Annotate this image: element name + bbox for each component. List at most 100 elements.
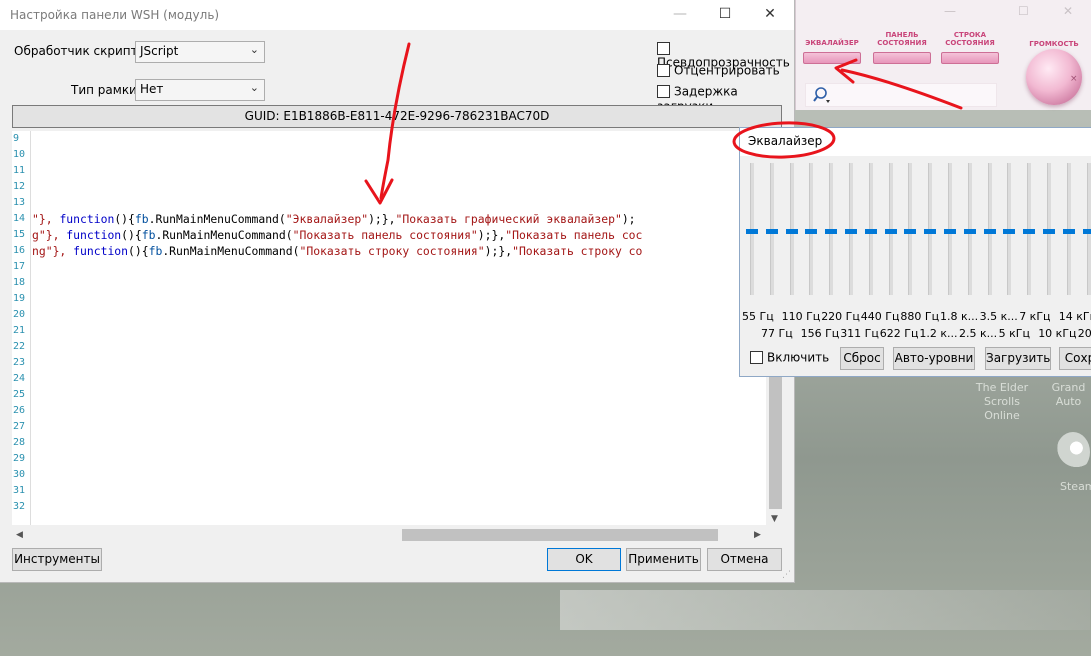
eq-slider-thumb[interactable] — [983, 229, 996, 234]
ok-button[interactable]: OK — [547, 548, 621, 571]
eq-slider-thumb[interactable] — [944, 229, 956, 234]
eq-frequency-label: 77 Гц — [761, 327, 793, 340]
eq-slider-thumb[interactable] — [785, 229, 798, 234]
frame-type-select[interactable]: Нет ⌄ — [135, 79, 265, 101]
checkbox-label: Отцентрировать — [674, 63, 780, 78]
knob-indicator: × — [1070, 74, 1078, 84]
save-button[interactable]: Сохр — [1059, 347, 1091, 370]
eq-slider-thumb[interactable] — [924, 229, 937, 234]
magnifier-icon[interactable] — [812, 86, 832, 104]
equalizer-titlebar[interactable]: Эквалайзер — [740, 128, 1091, 156]
eq-slider-thumb[interactable] — [765, 229, 778, 234]
eq-frequency-label: 7 кГц — [1019, 310, 1051, 323]
eq-slider-thumb[interactable] — [825, 229, 838, 234]
checkbox-box[interactable] — [750, 351, 763, 364]
checkbox-box[interactable] — [657, 64, 670, 77]
eq-slider-thumb[interactable] — [1062, 229, 1075, 234]
eq-frequency-label: 20 — [1077, 327, 1091, 340]
code-line-16[interactable]: ng"}, function(){fb.RunMainMenuCommand("… — [32, 243, 642, 259]
volume-label: ГРОМКОСТЬ — [1029, 40, 1079, 48]
auto-levels-button[interactable]: Авто-уровни — [893, 347, 975, 370]
eq-slider-thumb[interactable] — [805, 229, 818, 234]
load-button[interactable]: Загрузить — [985, 347, 1051, 370]
code-editor[interactable]: 9 10 11 12 13 14 15 16 17 18 19 20 21 22 23 24 25 26 27 28 2… — [12, 131, 766, 525]
line-number: 18 — [13, 277, 26, 288]
steam-icon[interactable] — [1056, 432, 1090, 472]
checkbox-box[interactable] — [657, 85, 670, 98]
eq-slider-thumb[interactable] — [1003, 229, 1016, 234]
code-line-14[interactable]: "}, function(){fb.RunMainMenuCommand("Эк… — [32, 211, 636, 227]
eq-slider-thumb[interactable] — [884, 229, 897, 234]
resize-grip-icon[interactable]: ⋰ — [782, 570, 792, 580]
eq-slider-thumb[interactable] — [864, 229, 877, 234]
maximize-icon[interactable]: ☐ — [1018, 4, 1029, 18]
eq-frequency-label: 110 Гц — [781, 310, 821, 323]
line-number: 17 — [13, 261, 26, 272]
line-number: 21 — [13, 325, 26, 336]
eq-frequency-label: 55 Гц — [742, 310, 774, 323]
tools-button[interactable]: Инструменты — [12, 548, 102, 571]
status-bar-button[interactable] — [941, 52, 999, 64]
eq-frequency-label: 5 кГц — [998, 327, 1030, 340]
line-number: 31 — [13, 485, 26, 496]
line-number: 22 — [13, 341, 26, 352]
dialog-title: Настройка панели WSH (модуль) — [10, 8, 220, 22]
guid-bar: GUID: E1B1886B-E811-472E-9296-786231BAC7… — [12, 105, 782, 128]
eq-frequency-label: 880 Гц — [900, 310, 940, 323]
desktop-icon-label[interactable]: The Elder Scrolls Online — [966, 381, 1038, 423]
scroll-left-icon[interactable]: ◀ — [16, 530, 23, 540]
eq-slider-thumb[interactable] — [963, 229, 976, 234]
cancel-button[interactable]: Отмена — [707, 548, 782, 571]
player-button-label: ЭКВАЛАЙЗЕР — [805, 39, 859, 47]
wsh-settings-dialog: Настройка панели WSH (модуль) — ☐ ✕ Обра… — [0, 0, 795, 583]
line-number: 11 — [13, 165, 26, 176]
reset-button[interactable]: Сброс — [840, 347, 884, 370]
eq-frequency-label: 14 кГц — [1058, 310, 1091, 323]
line-number: 32 — [13, 501, 26, 512]
scroll-down-icon[interactable]: ▼ — [771, 514, 778, 524]
center-checkbox[interactable]: Отцентрировать — [657, 63, 780, 79]
player-button-label: СТРОКА СОСТОЯНИЯ — [945, 31, 995, 47]
checkbox-box[interactable] — [657, 42, 670, 55]
eq-slider-thumb[interactable] — [1043, 229, 1055, 234]
close-icon[interactable]: ✕ — [760, 6, 780, 22]
eq-slider-thumb[interactable] — [1082, 229, 1091, 234]
eq-slider-thumb[interactable] — [904, 229, 917, 234]
apply-button[interactable]: Применить — [626, 548, 701, 571]
equalizer-button[interactable] — [803, 52, 861, 64]
dialog-titlebar[interactable]: Настройка панели WSH (модуль) — ☐ ✕ — [0, 0, 794, 30]
eq-slider-thumb[interactable] — [1023, 229, 1036, 234]
maximize-icon[interactable]: ☐ — [715, 6, 735, 22]
eq-slider-thumb[interactable] — [746, 229, 758, 234]
script-handler-select[interactable]: JScript ⌄ — [135, 41, 265, 63]
line-number: 27 — [13, 421, 26, 432]
minimize-icon[interactable]: — — [944, 4, 956, 18]
desktop-icon-label[interactable]: Steam — [1060, 480, 1091, 494]
eq-frequency-label: 1.8 к... — [940, 310, 979, 323]
chevron-down-icon: ⌄ — [249, 81, 259, 94]
load-delay-checkbox[interactable]: Задержка загрузки — [657, 84, 794, 113]
desktop-icon-label[interactable]: Grand Auto — [1046, 381, 1091, 409]
horizontal-scroll-thumb[interactable] — [402, 529, 718, 541]
pseudo-transparency-checkbox[interactable]: Псевдопрозрачность — [657, 41, 794, 70]
search-input[interactable] — [805, 83, 997, 107]
player-button-label: ПАНЕЛЬ СОСТОЯНИЯ — [877, 31, 927, 47]
eq-slider-thumb[interactable] — [845, 229, 857, 234]
enable-label: Включить — [767, 350, 830, 365]
line-number: 20 — [13, 309, 26, 320]
code-line-15[interactable]: g"}, function(){fb.RunMainMenuCommand("П… — [32, 227, 642, 243]
equalizer-window: Эквалайзер 55 Гц 110 Гц 220 Гц 440 Гц 880 Гц… — [739, 127, 1091, 377]
eq-frequency-label: 220 Гц — [821, 310, 860, 323]
enable-checkbox[interactable]: Включить — [750, 350, 829, 365]
minimize-icon[interactable]: — — [670, 6, 690, 22]
line-number: 25 — [13, 389, 26, 400]
line-number: 30 — [13, 469, 26, 480]
status-panel-button[interactable] — [873, 52, 931, 64]
frame-type-value: Нет — [140, 82, 164, 96]
line-number: 26 — [13, 405, 26, 416]
close-icon[interactable]: ✕ — [1063, 4, 1073, 18]
eq-frequency-label: 1.2 к... — [919, 327, 958, 340]
line-number: 10 — [13, 149, 26, 160]
eq-frequency-label: 2.5 к... — [959, 327, 998, 340]
scroll-right-icon[interactable]: ▶ — [754, 530, 761, 540]
